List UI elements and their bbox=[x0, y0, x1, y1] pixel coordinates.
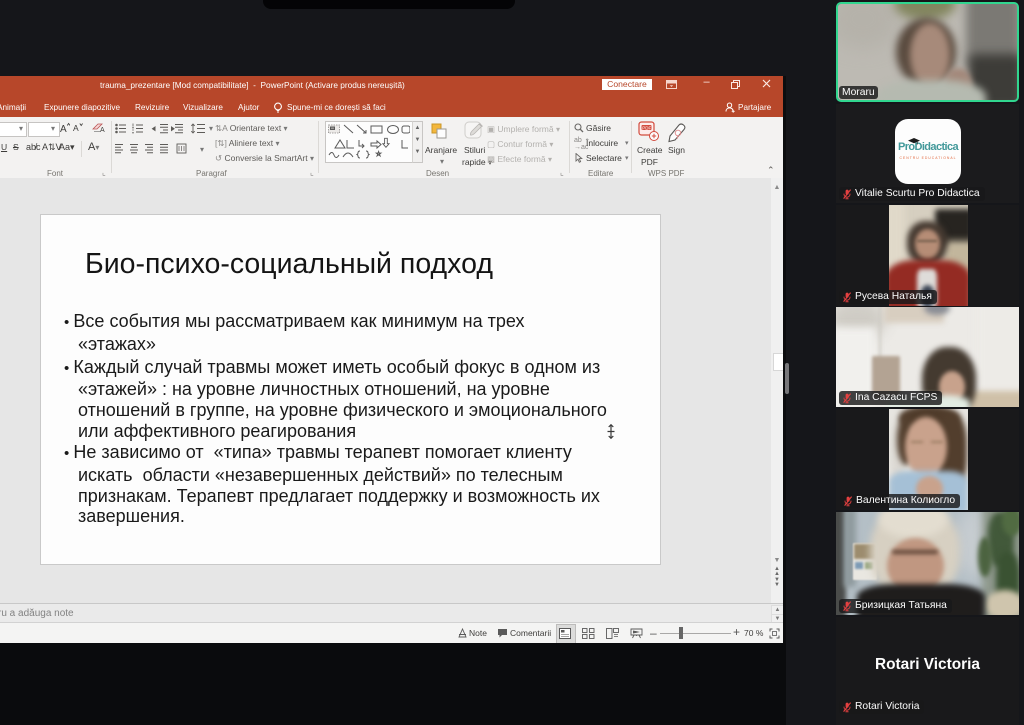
svg-text:A: A bbox=[73, 123, 79, 133]
svg-text:A: A bbox=[100, 127, 105, 133]
svg-text:A: A bbox=[60, 124, 67, 133]
svg-text:CENTRU EDUCATIONAL: CENTRU EDUCATIONAL bbox=[900, 156, 957, 160]
svg-text:PDF: PDF bbox=[642, 125, 651, 130]
